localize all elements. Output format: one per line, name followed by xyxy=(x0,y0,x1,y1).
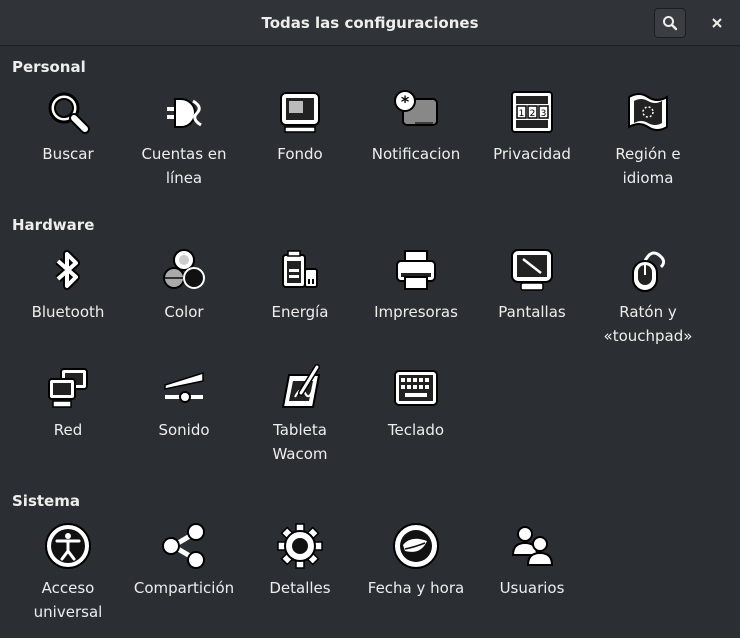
panel-label: Impresoras xyxy=(374,303,458,321)
region-flag-icon xyxy=(622,86,674,138)
panel-acceso-universal[interactable]: Acceso universal xyxy=(10,520,126,638)
svg-text:2: 2 xyxy=(530,109,536,119)
panel-label: Región e idioma xyxy=(615,145,681,187)
network-icon xyxy=(42,362,94,414)
wacom-tablet-icon xyxy=(274,362,326,414)
hardware-grid: Bluetooth Color Energía Impresoras Panta… xyxy=(10,244,706,480)
panel-label: Cuentas en línea xyxy=(141,145,227,187)
printer-icon xyxy=(390,244,442,296)
mouse-icon xyxy=(622,244,674,296)
panel-label: Fondo xyxy=(277,145,323,163)
panel-label: Bluetooth xyxy=(31,303,105,321)
panel-label: Fecha y hora xyxy=(367,579,465,597)
panel-usuarios[interactable]: Usuarios xyxy=(474,520,590,638)
magnifier-icon xyxy=(42,86,94,138)
panel-label: Energía xyxy=(271,303,329,321)
close-button[interactable] xyxy=(702,8,732,38)
panel-color[interactable]: Color xyxy=(126,244,242,362)
panel-label: Privacidad xyxy=(493,145,571,163)
svg-text:1: 1 xyxy=(519,109,525,119)
panel-label: Pantallas xyxy=(498,303,566,321)
keyboard-icon xyxy=(390,362,442,414)
details-gear-icon xyxy=(274,520,326,572)
clock-icon xyxy=(390,520,442,572)
section-title-personal: Personal xyxy=(12,58,86,76)
search-button[interactable] xyxy=(654,8,686,38)
panel-label: Acceso universal xyxy=(33,579,103,621)
panel-label: Teclado xyxy=(387,421,445,439)
panel-buscar[interactable]: Buscar xyxy=(10,86,126,204)
section-title-sistema: Sistema xyxy=(12,492,80,510)
svg-text:*: * xyxy=(401,92,410,111)
panel-raton[interactable]: Ratón y «touchpad» xyxy=(590,244,706,362)
section-title-hardware: Hardware xyxy=(12,216,95,234)
panel-label: Notificacion xyxy=(371,145,461,163)
header-bar: Todas las configuraciones xyxy=(0,0,740,46)
panel-comparticion[interactable]: Compartición xyxy=(126,520,242,638)
panel-region[interactable]: Región e idioma xyxy=(590,86,706,204)
universal-access-icon xyxy=(42,520,94,572)
display-icon xyxy=(506,244,558,296)
bluetooth-icon xyxy=(42,244,94,296)
panel-impresoras[interactable]: Impresoras xyxy=(358,244,474,362)
online-accounts-icon xyxy=(158,86,210,138)
panel-label: Red xyxy=(53,421,83,439)
panel-energia[interactable]: Energía xyxy=(242,244,358,362)
search-icon xyxy=(663,16,678,31)
panel-label: Sonido xyxy=(158,421,210,439)
users-icon xyxy=(506,520,558,572)
background-icon xyxy=(274,86,326,138)
panel-label: Usuarios xyxy=(499,579,565,597)
panel-fecha-hora[interactable]: Fecha y hora xyxy=(358,520,474,638)
panel-bluetooth[interactable]: Bluetooth xyxy=(10,244,126,362)
window-title: Todas las configuraciones xyxy=(261,14,479,32)
panel-label: Detalles xyxy=(269,579,331,597)
panel-fondo[interactable]: Fondo xyxy=(242,86,358,204)
color-icon xyxy=(158,244,210,296)
panel-label: Ratón y «touchpad» xyxy=(603,303,693,345)
panel-label: Compartición xyxy=(133,579,235,597)
power-icon xyxy=(274,244,326,296)
panel-label: Tableta Wacom xyxy=(272,421,328,463)
close-icon xyxy=(712,18,722,28)
sharing-icon xyxy=(158,520,210,572)
panel-sonido[interactable]: Sonido xyxy=(126,362,242,480)
panel-notificaciones[interactable]: * Notificacion xyxy=(358,86,474,204)
personal-grid: Buscar Cuentas en línea Fondo * Notifica… xyxy=(10,86,706,204)
privacy-icon: 123 xyxy=(506,86,558,138)
sound-icon xyxy=(158,362,210,414)
panel-red[interactable]: Red xyxy=(10,362,126,480)
panel-detalles[interactable]: Detalles xyxy=(242,520,358,638)
settings-window: Todas las configuraciones Personal Busca… xyxy=(0,0,740,635)
sistema-grid: Acceso universal Compartición Detalles F… xyxy=(10,520,706,638)
panel-privacidad[interactable]: 123 Privacidad xyxy=(474,86,590,204)
panel-wacom[interactable]: Tableta Wacom xyxy=(242,362,358,480)
panel-label: Buscar xyxy=(42,145,94,163)
svg-text:3: 3 xyxy=(541,109,547,119)
panel-cuentas[interactable]: Cuentas en línea xyxy=(126,86,242,204)
panel-pantallas[interactable]: Pantallas xyxy=(474,244,590,362)
panel-label: Color xyxy=(164,303,204,321)
notifications-icon: * xyxy=(390,86,442,138)
panel-teclado[interactable]: Teclado xyxy=(358,362,474,480)
